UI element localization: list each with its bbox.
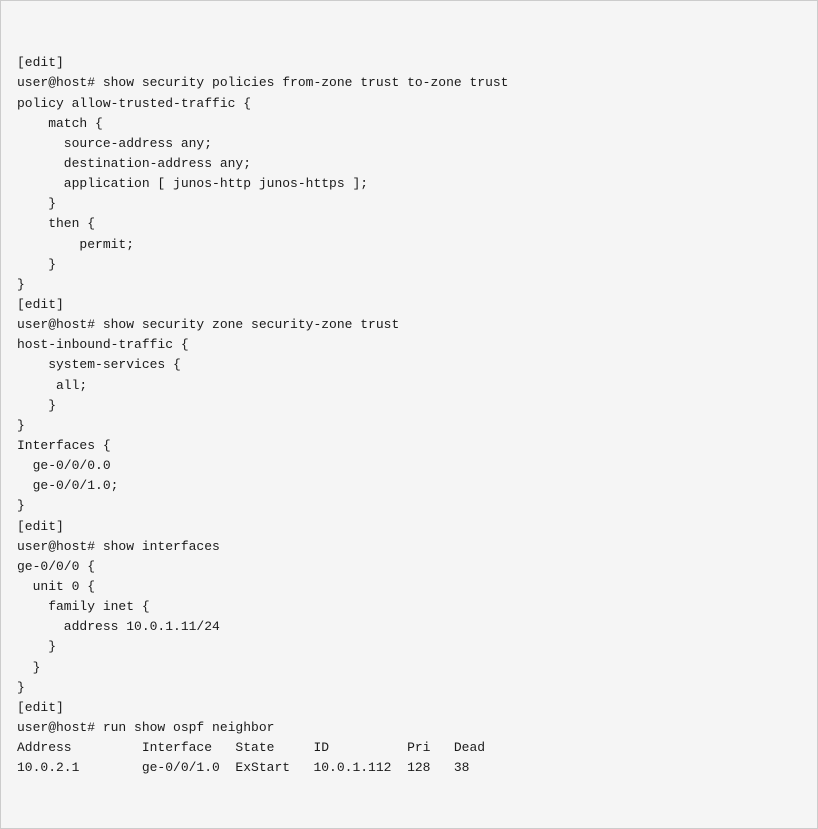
terminal-line: user@host# show security zone security-z… <box>17 315 801 335</box>
terminal-line: unit 0 { <box>17 577 801 597</box>
terminal-line: address 10.0.1.11/24 <box>17 617 801 637</box>
terminal-line: } <box>17 396 801 416</box>
terminal-line: [edit] <box>17 517 801 537</box>
terminal-line: ge-0/0/0.0 <box>17 456 801 476</box>
terminal-line: match { <box>17 114 801 134</box>
terminal-line: [edit] <box>17 53 801 73</box>
terminal-line: } <box>17 658 801 678</box>
terminal-line: Address Interface State ID Pri Dead <box>17 738 801 758</box>
terminal-line: application [ junos-http junos-https ]; <box>17 174 801 194</box>
terminal-line: system-services { <box>17 355 801 375</box>
terminal-line: [edit] <box>17 295 801 315</box>
terminal-line: family inet { <box>17 597 801 617</box>
terminal-line: [edit] <box>17 698 801 718</box>
terminal-line: source-address any; <box>17 134 801 154</box>
terminal-line: } <box>17 496 801 516</box>
terminal-line: host-inbound-traffic { <box>17 335 801 355</box>
terminal-line: permit; <box>17 235 801 255</box>
terminal-line: ge-0/0/1.0; <box>17 476 801 496</box>
terminal-line: policy allow-trusted-traffic { <box>17 94 801 114</box>
terminal-content: [edit]user@host# show security policies … <box>17 53 801 778</box>
terminal-line: all; <box>17 376 801 396</box>
terminal-line: ge-0/0/0 { <box>17 557 801 577</box>
terminal-line: } <box>17 255 801 275</box>
terminal-line: } <box>17 275 801 295</box>
terminal-line: user@host# run show ospf neighbor <box>17 718 801 738</box>
terminal-line: } <box>17 416 801 436</box>
terminal-window: [edit]user@host# show security policies … <box>0 0 818 829</box>
terminal-line: } <box>17 678 801 698</box>
terminal-line: } <box>17 637 801 657</box>
terminal-line: user@host# show security policies from-z… <box>17 73 801 93</box>
terminal-line: user@host# show interfaces <box>17 537 801 557</box>
terminal-line: then { <box>17 214 801 234</box>
terminal-line: 10.0.2.1 ge-0/0/1.0 ExStart 10.0.1.112 1… <box>17 758 801 778</box>
terminal-line: Interfaces { <box>17 436 801 456</box>
terminal-line: } <box>17 194 801 214</box>
terminal-line: destination-address any; <box>17 154 801 174</box>
